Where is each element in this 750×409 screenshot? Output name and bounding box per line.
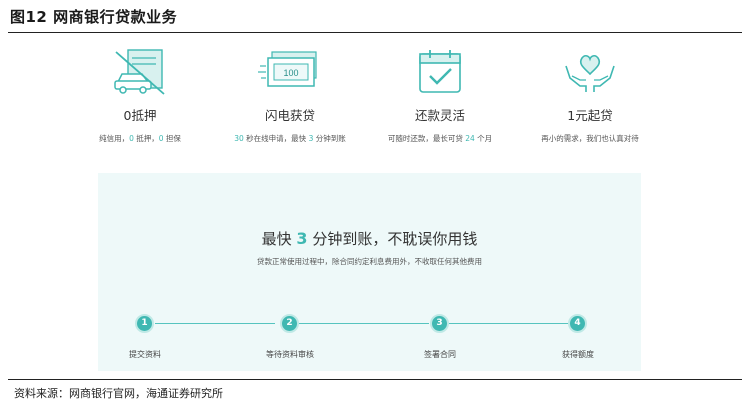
feature-fast-loan: 100 闪电获贷 30 秒在线申请，最快 3 分钟到账 [220,48,360,144]
panel-subline: 贷款正常使用过程中，除合同约定利息费用外，不收取任何其他费用 [257,257,482,266]
panel-headline: 最快 3 分钟到账，不耽误你用钱 [261,229,478,248]
step-label-1: 提交资料 [129,350,161,359]
top-rule [8,32,742,33]
feature-desc: 纯信用，0 抵押，0 担保 [99,134,181,143]
step-connector [299,323,429,325]
step-label-4: 获得额度 [562,350,594,359]
feature-title: 还款灵活 [414,108,465,123]
loan-process-panel: 最快 3 分钟到账，不耽误你用钱 贷款正常使用过程中，除合同约定利息费用外，不收… [98,173,641,371]
step-connector [155,323,275,325]
figure-source: 资料来源：网商银行官网，海通证券研究所 [14,387,223,400]
feature-title: 0抵押 [123,108,157,123]
step-label-2: 等待资料审核 [266,350,314,359]
feature-zero-collateral: 0抵押 纯信用，0 抵押，0 担保 [70,48,210,144]
step-connector [449,323,568,325]
step-number-1: 1 [135,314,154,333]
step-label-3: 签署合同 [424,350,456,359]
step-number-4: 4 [568,314,587,333]
bottom-rule [8,379,742,380]
feature-title: 闪电获贷 [264,108,315,123]
features-row: 0抵押 纯信用，0 抵押，0 担保 100 闪电获贷 30 秒在线申请，最快 3… [70,48,670,148]
step-number-2: 2 [280,314,299,333]
calendar-check-icon [419,50,461,93]
feature-desc: 30 秒在线申请，最快 3 分钟到账 [234,134,346,143]
hands-heart-icon [565,54,615,92]
step-number-3: 3 [430,314,449,333]
car-with-strike-icon [114,49,165,95]
feature-flexible-repayment: 还款灵活 可随时还款，最长可贷 24 个月 [370,48,510,144]
feature-desc: 再小的需求，我们也认真对待 [541,134,639,143]
banknote-amount: 100 [283,68,298,78]
feature-title: 1元起贷 [567,108,613,123]
figure-title: 图12 网商银行贷款业务 [10,8,178,26]
feature-desc: 可随时还款，最长可贷 24 个月 [387,134,493,143]
banknotes-icon: 100 [258,51,317,87]
feature-one-yuan-start: 1元起贷 再小的需求，我们也认真对待 [520,48,660,144]
